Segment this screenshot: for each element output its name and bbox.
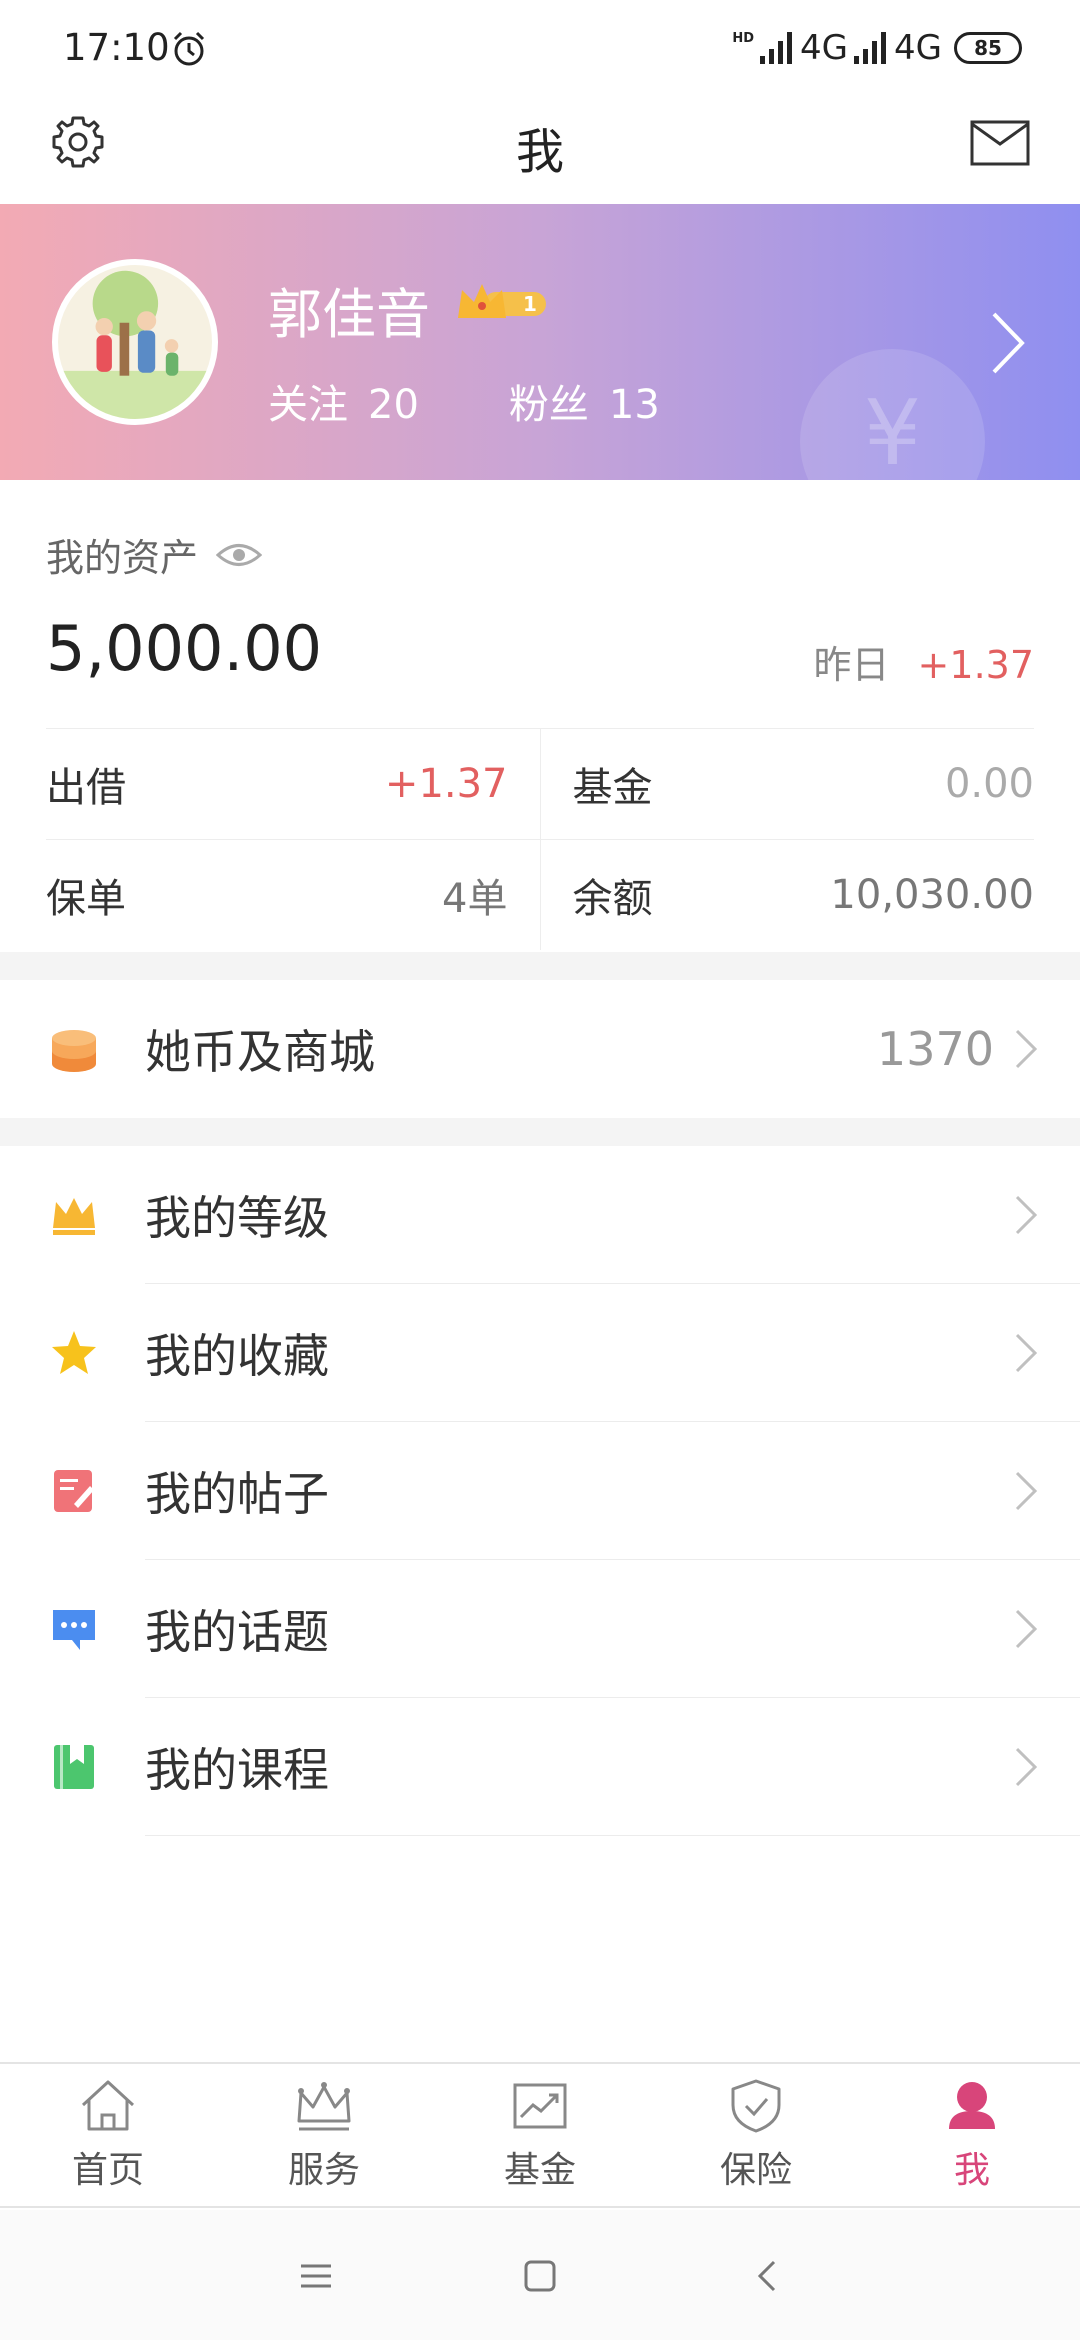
asset-balance[interactable]: 余额 10,030.00 [541, 840, 1035, 950]
menu-item-label: 我的课程 [145, 1743, 329, 1797]
mail-icon[interactable] [970, 120, 1030, 166]
bottom-nav: 首页 服务 基金 保险 我 [0, 2062, 1080, 2208]
home-icon [81, 2080, 135, 2131]
user-name: 郭佳音 [268, 283, 430, 346]
book-icon [54, 1745, 94, 1789]
profile-page: 17:10 HD 4G 4G 85 我 ¥ 郭佳音 1 关注 20 粉丝 13 … [0, 0, 1080, 2340]
post-icon [54, 1470, 94, 1512]
follow-stats: 关注 20 粉丝 13 [268, 372, 660, 430]
menu-item-topics[interactable]: 我的话题 [0, 1560, 1080, 1698]
yen-watermark-icon: ¥ [800, 349, 985, 480]
shield-icon [731, 2079, 781, 2133]
tab-home[interactable]: 首页 [0, 2064, 216, 2206]
coin-mall-label: 她币及商城 [145, 1025, 375, 1079]
asset-fund[interactable]: 基金 0.00 [541, 729, 1035, 839]
tab-me[interactable]: 我 [864, 2064, 1080, 2206]
tab-fund[interactable]: 基金 [432, 2064, 648, 2206]
vip-crown-badge-icon: 1 [458, 284, 546, 318]
yesterday-earnings: 昨日 +1.37 [813, 643, 1034, 687]
coin-mall-row[interactable]: 她币及商城 1370 [0, 980, 1080, 1118]
profile-banner[interactable]: ¥ 郭佳音 1 关注 20 粉丝 13 [0, 204, 1080, 480]
tab-insurance[interactable]: 保险 [648, 2064, 864, 2206]
assets-grid: 出借 +1.37 基金 0.00 保单 4单 余额 10,030.00 [46, 728, 1034, 950]
tab-label: 服务 [287, 2150, 360, 2191]
person-icon [949, 2082, 995, 2129]
network-type-1: 4G [800, 28, 849, 68]
section-divider [0, 1118, 1080, 1146]
chevron-right-icon [1015, 1609, 1038, 1649]
section-divider [0, 952, 1080, 980]
menu-item-label: 我的收藏 [145, 1329, 329, 1383]
system-nav-bar [0, 2210, 1080, 2340]
signal-icon [760, 32, 793, 64]
alarm-icon [173, 31, 205, 66]
tab-label: 首页 [71, 2150, 144, 2191]
avatar[interactable] [52, 259, 218, 425]
back-icon[interactable] [750, 2258, 786, 2294]
following-stat[interactable]: 关注 20 [268, 372, 419, 430]
status-time: 17:10 [63, 26, 170, 69]
menu-item-posts[interactable]: 我的帖子 [0, 1422, 1080, 1560]
chevron-right-icon [1015, 1747, 1038, 1787]
assets-label-row: 我的资产 [46, 527, 263, 582]
coin-balance: 1370 [876, 1022, 994, 1076]
eye-icon[interactable] [216, 540, 263, 570]
network-type-2: 4G [894, 28, 942, 68]
chevron-right-icon [1015, 1029, 1038, 1069]
hd-label: HD [732, 30, 755, 46]
home-square-icon[interactable] [522, 2258, 558, 2294]
page-title: 我 [515, 124, 564, 180]
menu-icon[interactable] [298, 2258, 334, 2294]
assets-total: 5,000.00 [46, 612, 323, 685]
menu-item-label: 我的帖子 [145, 1467, 329, 1521]
signal-icon [854, 32, 887, 64]
battery-indicator: 85 [954, 32, 1022, 64]
menu-item-label: 我的等级 [145, 1191, 329, 1245]
assets-grid-row: 保单 4单 余额 10,030.00 [46, 839, 1034, 950]
crown-icon [53, 1198, 95, 1235]
coins-icon [52, 1030, 96, 1072]
crown-icon [297, 2082, 351, 2131]
chevron-right-icon [1015, 1195, 1038, 1235]
chevron-right-icon [1015, 1471, 1038, 1511]
assets-section: 我的资产 5,000.00 昨日+1.37 出借 +1.37 基金 0.00 [0, 480, 1080, 952]
vip-level: 1 [523, 292, 537, 316]
tab-label: 我 [953, 2150, 990, 2191]
chart-icon [513, 2083, 567, 2129]
family-illustration [58, 265, 212, 419]
chevron-right-icon [1015, 1333, 1038, 1373]
menu-item-level[interactable]: 我的等级 [0, 1146, 1080, 1284]
title-bar: 我 [0, 100, 1080, 204]
asset-lending[interactable]: 出借 +1.37 [46, 729, 541, 839]
chat-bubble-icon [53, 1610, 95, 1650]
tab-label: 保险 [719, 2150, 792, 2191]
status-indicators: HD 4G 4G 85 [732, 28, 1022, 68]
status-bar: 17:10 HD 4G 4G 85 [0, 0, 1080, 100]
menu-item-courses[interactable]: 我的课程 [0, 1698, 1080, 1836]
asset-policy[interactable]: 保单 4单 [46, 840, 541, 950]
tab-label: 基金 [503, 2150, 576, 2191]
star-icon [52, 1331, 96, 1374]
menu-item-favorites[interactable]: 我的收藏 [0, 1284, 1080, 1422]
menu-item-label: 我的话题 [145, 1605, 329, 1659]
fans-stat[interactable]: 粉丝 13 [509, 372, 660, 430]
menu-list: 我的等级 我的收藏 我的帖子 我的话题 我的课程 [0, 1146, 1080, 1836]
assets-grid-row: 出借 +1.37 基金 0.00 [46, 728, 1034, 839]
tab-service[interactable]: 服务 [216, 2064, 432, 2206]
chevron-right-icon [992, 312, 1025, 374]
